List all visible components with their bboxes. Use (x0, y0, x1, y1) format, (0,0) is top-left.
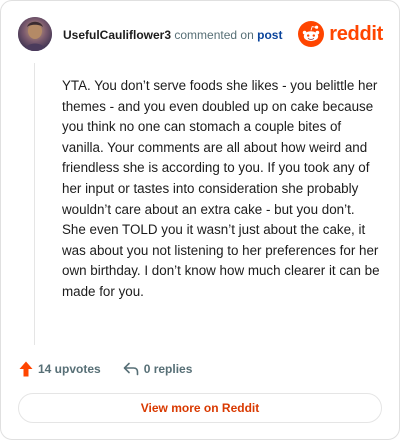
comment-byline: UsefulCauliflower3 commented on post (63, 28, 282, 42)
upvote-arrow-icon (19, 361, 33, 377)
reddit-snoo-icon (298, 21, 325, 47)
username-link[interactable]: UsefulCauliflower3 (63, 28, 171, 42)
reddit-logo[interactable]: reddit (298, 21, 383, 47)
comment-body: YTA. You don’t serve foods she likes - y… (62, 78, 380, 299)
post-link[interactable]: post (257, 28, 282, 42)
user-avatar[interactable] (18, 17, 52, 51)
comment-header: UsefulCauliflower3 commented on post red… (17, 15, 383, 55)
thread-line (34, 63, 35, 345)
replies-button[interactable]: 0 replies (123, 362, 193, 376)
commented-on-text: commented on (174, 28, 254, 42)
reply-count: 0 replies (143, 362, 193, 376)
view-more-on-reddit-button[interactable]: View more on Reddit (18, 393, 382, 423)
comment-actions: 14 upvotes 0 replies (19, 359, 192, 379)
reply-arrow-icon (123, 362, 139, 376)
embedded-comment-card: UsefulCauliflower3 commented on post red… (0, 0, 400, 440)
upvote-button[interactable]: 14 upvotes (19, 361, 101, 377)
upvote-count: 14 upvotes (38, 362, 101, 376)
avatar-image (18, 17, 52, 51)
reddit-wordmark: reddit (329, 22, 383, 45)
